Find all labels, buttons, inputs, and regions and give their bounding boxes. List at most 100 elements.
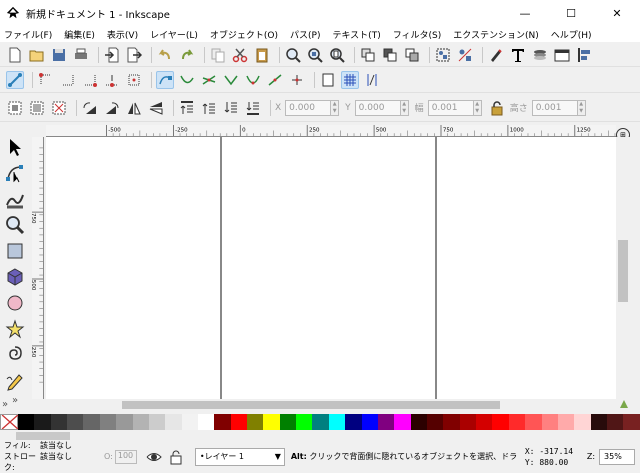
export-icon[interactable] — [125, 46, 143, 64]
color-swatch[interactable] — [361, 414, 378, 430]
snap-paths-icon[interactable] — [178, 71, 196, 89]
color-swatch[interactable] — [345, 414, 362, 430]
color-swatch[interactable] — [459, 414, 477, 430]
snap-bbox-icon[interactable] — [37, 71, 55, 89]
menu-filters[interactable]: フィルタ(S) — [393, 28, 442, 41]
color-swatch[interactable] — [99, 414, 117, 430]
y-spinner[interactable]: ▲ ▼ — [400, 99, 409, 116]
color-swatch[interactable] — [116, 414, 133, 430]
lock-icon[interactable] — [488, 99, 506, 117]
layer-visibility-eye-icon[interactable] — [145, 448, 163, 466]
spiral-tool-icon[interactable] — [3, 343, 27, 367]
menu-file[interactable]: ファイル(F) — [4, 28, 52, 41]
color-swatch[interactable] — [590, 414, 607, 430]
snap-grid-icon[interactable] — [341, 70, 359, 89]
group-icon[interactable] — [434, 46, 452, 64]
snap-bbox-corner-icon[interactable] — [81, 71, 99, 89]
color-swatch[interactable] — [394, 414, 411, 430]
horizontal-scrollbar[interactable] — [46, 399, 616, 411]
color-swatch[interactable] — [606, 414, 624, 430]
rotate-cw-icon[interactable] — [103, 99, 121, 117]
star-tool-icon[interactable] — [3, 317, 27, 341]
zoom-tool-icon[interactable] — [3, 213, 27, 237]
rectangle-tool-icon[interactable] — [3, 239, 27, 263]
selector-tool-icon[interactable] — [3, 135, 27, 159]
menu-extensions[interactable]: エクステンション(N) — [453, 28, 539, 41]
color-swatch[interactable] — [296, 414, 313, 430]
color-swatch[interactable] — [50, 414, 68, 430]
flip-horizontal-icon[interactable] — [125, 99, 143, 117]
open-folder-icon[interactable] — [28, 46, 46, 64]
snap-cusp-nodes-icon[interactable] — [222, 71, 240, 89]
menu-layer[interactable]: レイヤー(L) — [150, 28, 198, 41]
print-icon[interactable] — [72, 46, 90, 64]
color-swatch[interactable] — [410, 414, 427, 430]
color-swatch[interactable] — [83, 414, 100, 430]
zoom-drawing-icon[interactable] — [306, 46, 324, 64]
paste-icon[interactable] — [253, 46, 271, 64]
snap-object-midpoints-icon[interactable] — [288, 71, 306, 89]
zoom-input[interactable]: 35% — [599, 448, 636, 465]
select-all-icon[interactable] — [6, 99, 24, 117]
rotate-ccw-icon[interactable] — [81, 99, 99, 117]
color-swatch[interactable] — [247, 414, 264, 430]
xml-editor-icon[interactable] — [553, 46, 571, 64]
ungroup-icon[interactable] — [456, 46, 474, 64]
horizontal-ruler[interactable]: -500 -250 0 250 500 750 1000 1250 — [46, 125, 616, 137]
menu-object[interactable]: オブジェクト(O) — [210, 28, 278, 41]
menu-edit[interactable]: 編集(E) — [64, 28, 95, 41]
minimize-button[interactable]: — — [502, 0, 548, 26]
fill-stroke-icon[interactable] — [487, 46, 505, 64]
snap-intersections-icon[interactable] — [200, 71, 218, 89]
snap-bbox-edge-icon[interactable] — [59, 71, 77, 89]
color-swatch[interactable] — [476, 414, 493, 430]
color-swatch[interactable] — [492, 414, 509, 430]
node-tool-icon[interactable] — [3, 161, 27, 185]
width-input[interactable]: 0.001 — [427, 99, 474, 116]
color-swatch[interactable] — [541, 414, 558, 430]
menu-path[interactable]: パス(P) — [290, 28, 320, 41]
color-swatch[interactable] — [525, 414, 542, 430]
y-input[interactable]: 0.000 — [354, 99, 401, 116]
ellipse-tool-icon[interactable] — [3, 291, 27, 315]
save-icon[interactable] — [50, 46, 68, 64]
snap-page-border-icon[interactable] — [319, 71, 337, 89]
lower-to-bottom-icon[interactable] — [244, 99, 262, 117]
palette-scrollbar[interactable] — [16, 432, 70, 440]
color-swatch[interactable] — [197, 414, 215, 430]
color-swatch[interactable] — [426, 414, 444, 430]
color-swatch[interactable] — [18, 414, 35, 430]
vertical-scrollbar[interactable] — [616, 137, 630, 399]
select-all-layers-icon[interactable] — [28, 99, 46, 117]
color-swatch[interactable] — [328, 414, 346, 430]
current-layer-dropdown[interactable]: •レイヤー 1 ▼ — [194, 447, 285, 466]
redo-icon[interactable] — [178, 46, 196, 64]
color-swatch[interactable] — [165, 414, 182, 430]
duplicate-icon[interactable] — [359, 46, 377, 64]
color-swatch[interactable] — [67, 414, 84, 430]
snap-bbox-midpoint-icon[interactable] — [103, 71, 121, 89]
align-distribute-icon[interactable] — [575, 46, 593, 64]
palette-menu-icon[interactable] — [618, 398, 630, 410]
3d-box-tool-icon[interactable] — [3, 265, 27, 289]
snap-nodes-icon[interactable] — [156, 70, 174, 89]
horizontal-scroll-thumb[interactable] — [122, 401, 500, 409]
cut-icon[interactable] — [231, 46, 249, 64]
menu-help[interactable]: ヘルプ(H) — [551, 28, 592, 41]
lower-icon[interactable] — [222, 99, 240, 117]
color-swatch[interactable] — [181, 414, 198, 430]
copy-icon[interactable] — [209, 46, 227, 64]
width-spinner[interactable]: ▲ ▼ — [473, 99, 482, 116]
flip-vertical-icon[interactable] — [147, 99, 165, 117]
zoom-selection-icon[interactable] — [284, 46, 302, 64]
raise-icon[interactable] — [200, 99, 218, 117]
color-swatch[interactable] — [312, 414, 329, 430]
maximize-button[interactable]: ☐ — [548, 0, 594, 26]
close-button[interactable]: ✕ — [594, 0, 640, 26]
import-icon[interactable] — [103, 46, 121, 64]
palette-expander-icon[interactable]: » — [2, 399, 8, 410]
vertical-ruler[interactable]: 750 500 250 — [32, 137, 44, 399]
clone-icon[interactable] — [381, 46, 399, 64]
color-swatch[interactable] — [443, 414, 460, 430]
color-swatch[interactable] — [377, 414, 395, 430]
